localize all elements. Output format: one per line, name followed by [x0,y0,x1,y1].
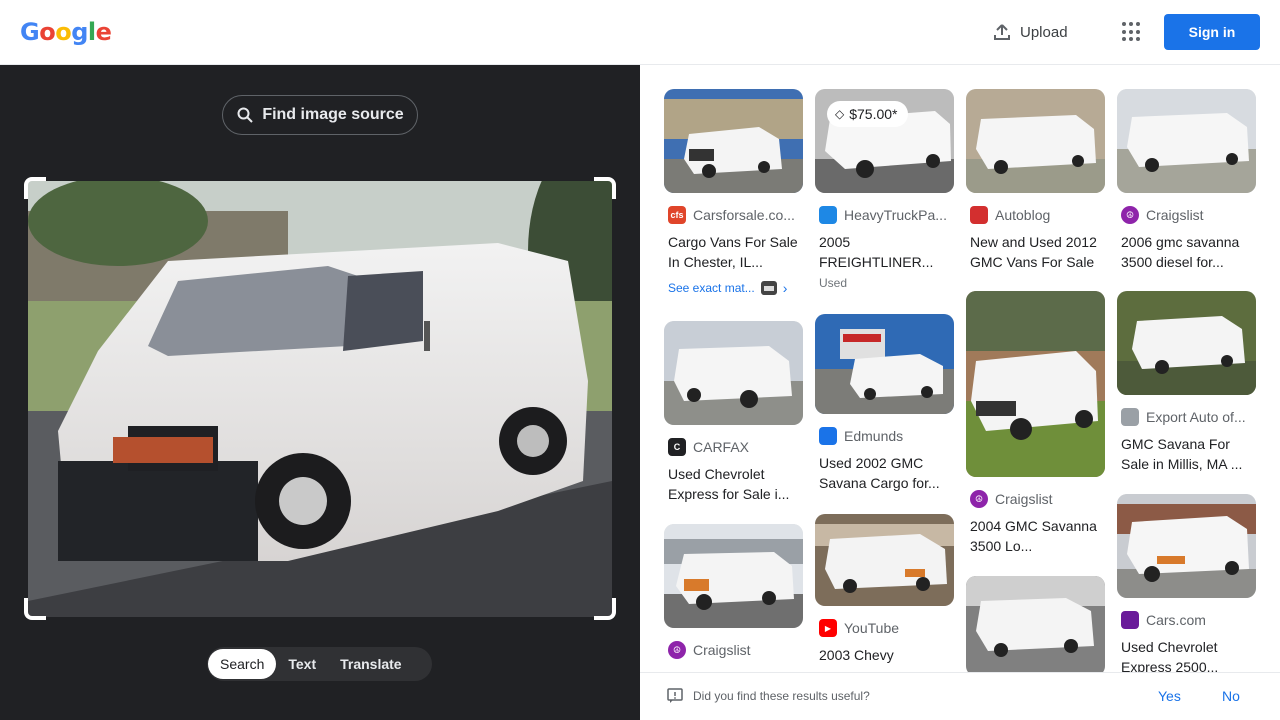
top-bar: Google Upload Sign in [0,0,1280,65]
result-thumbnail[interactable] [664,524,803,628]
result-title[interactable]: Used 2002 GMC Savana Cargo for... [815,453,954,493]
result-thumbnail[interactable] [966,576,1105,672]
result-card[interactable]: cfs Carsforsale.co... Cargo Vans For Sal… [664,89,803,296]
result-card[interactable]: ☮ Craigslist [664,524,803,659]
result-source[interactable]: Export Auto of... [1117,408,1256,426]
feedback-bar: Did you find these results useful? Yes N… [640,672,1280,720]
lens-search-icon [237,107,254,123]
feedback-icon [667,688,683,703]
crop-handle-bottom-right[interactable] [594,598,616,620]
cars-com-favicon-icon [1121,611,1139,629]
crop-handle-top-right[interactable] [594,177,616,199]
result-source[interactable]: Cars.com [1117,611,1256,629]
result-thumbnail[interactable]: ◇ $75.00* [815,89,954,193]
edmunds-car-icon [819,427,837,445]
see-exact-matches-link[interactable]: See exact mat... › [664,280,803,296]
result-title[interactable]: 2005 FREIGHTLINER... [815,232,954,272]
result-card[interactable]: Edmunds Used 2002 GMC Savana Cargo for..… [815,314,954,493]
apps-grid-icon[interactable] [1122,22,1142,42]
visual-matches-panel: cfs Carsforsale.co... Cargo Vans For Sal… [640,65,1280,672]
query-image-panel: Find image source Search Text Translate [0,65,640,720]
result-title[interactable]: 2003 Chevy [815,645,954,672]
heavytruckparts-favicon-icon [819,206,837,224]
export-auto-favicon-icon [1121,408,1139,426]
result-source[interactable]: Edmunds [815,427,954,445]
result-title[interactable]: 2004 GMC Savanna 3500 Lo... [966,516,1105,556]
crop-handle-bottom-left[interactable] [24,598,46,620]
result-thumbnail[interactable] [664,89,803,193]
youtube-play-icon: ▶ [819,619,837,637]
result-title[interactable]: New and Used 2012 GMC Vans For Sale [966,232,1105,272]
result-source[interactable]: ☮ Craigslist [664,641,803,659]
tab-text[interactable]: Text [276,649,328,679]
result-condition: Used [819,276,848,290]
craigslist-peace-icon: ☮ [1121,206,1139,224]
autoblog-favicon-icon [970,206,988,224]
result-card[interactable] [966,576,1105,672]
result-source[interactable]: HeavyTruckPa... [815,206,954,224]
result-card[interactable]: Export Auto of... GMC Savana For Sale in… [1117,291,1256,474]
result-card[interactable]: ☮ Craigslist 2004 GMC Savanna 3500 Lo... [966,291,1105,556]
result-thumbnail[interactable] [966,89,1105,193]
craigslist-peace-icon: ☮ [970,490,988,508]
result-thumbnail[interactable] [664,321,803,425]
result-title[interactable]: Used Chevrolet Express for Sale i... [664,464,803,504]
tab-translate[interactable]: Translate [328,649,413,679]
crop-handle-top-left[interactable] [24,177,46,199]
result-card[interactable]: Cars.com Used Chevrolet Express 2500... [1117,494,1256,672]
feedback-no-button[interactable]: No [1222,688,1240,704]
result-card[interactable]: ☮ Craigslist 2006 gmc savanna 3500 diese… [1117,89,1256,272]
result-title[interactable]: GMC Savana For Sale in Millis, MA ... [1117,434,1256,474]
sign-in-button[interactable]: Sign in [1164,14,1260,50]
query-image [28,181,612,617]
result-thumbnail[interactable] [815,314,954,414]
find-image-source-button[interactable]: Find image source [222,95,418,135]
craigslist-peace-icon: ☮ [668,641,686,659]
chevron-right-icon: › [782,280,788,296]
exact-match-thumb-icon [760,281,777,295]
result-source[interactable]: cfs Carsforsale.co... [664,206,803,224]
price-tag-icon: ◇ [835,107,845,121]
result-source[interactable]: Autoblog [966,206,1105,224]
result-thumbnail[interactable] [815,514,954,606]
result-source[interactable]: C CARFAX [664,438,803,456]
result-title[interactable]: Cargo Vans For Sale In Chester, IL... [664,232,803,272]
carfax-favicon-icon: C [668,438,686,456]
google-logo[interactable]: Google [20,18,112,46]
result-title[interactable]: 2006 gmc savanna 3500 diesel for... [1117,232,1256,272]
upload-icon [994,24,1010,40]
result-thumbnail[interactable] [966,291,1105,477]
feedback-question: Did you find these results useful? [693,689,870,703]
find-image-source-label: Find image source [262,106,404,123]
result-thumbnail[interactable] [1117,89,1256,193]
carsforsale-favicon-icon: cfs [668,206,686,224]
tab-search[interactable]: Search [208,649,277,679]
upload-label: Upload [1020,23,1068,41]
result-title[interactable]: Used Chevrolet Express 2500... [1117,637,1256,672]
price-badge: ◇ $75.00* [827,101,908,127]
result-source[interactable]: ▶ YouTube [815,619,954,637]
mode-switcher: Search Text Translate [207,647,432,681]
result-card[interactable]: ▶ YouTube 2003 Chevy [815,514,954,672]
feedback-yes-button[interactable]: Yes [1158,688,1181,704]
result-thumbnail[interactable] [1117,291,1256,395]
result-source[interactable]: ☮ Craigslist [1117,206,1256,224]
result-card[interactable]: Autoblog New and Used 2012 GMC Vans For … [966,89,1105,272]
result-thumbnail[interactable] [1117,494,1256,598]
result-source[interactable]: ☮ Craigslist [966,490,1105,508]
result-card[interactable]: C CARFAX Used Chevrolet Express for Sale… [664,321,803,504]
result-card[interactable]: ◇ $75.00* HeavyTruckPa... 2005 FREIGHTLI… [815,89,954,290]
upload-button[interactable]: Upload [992,20,1068,44]
